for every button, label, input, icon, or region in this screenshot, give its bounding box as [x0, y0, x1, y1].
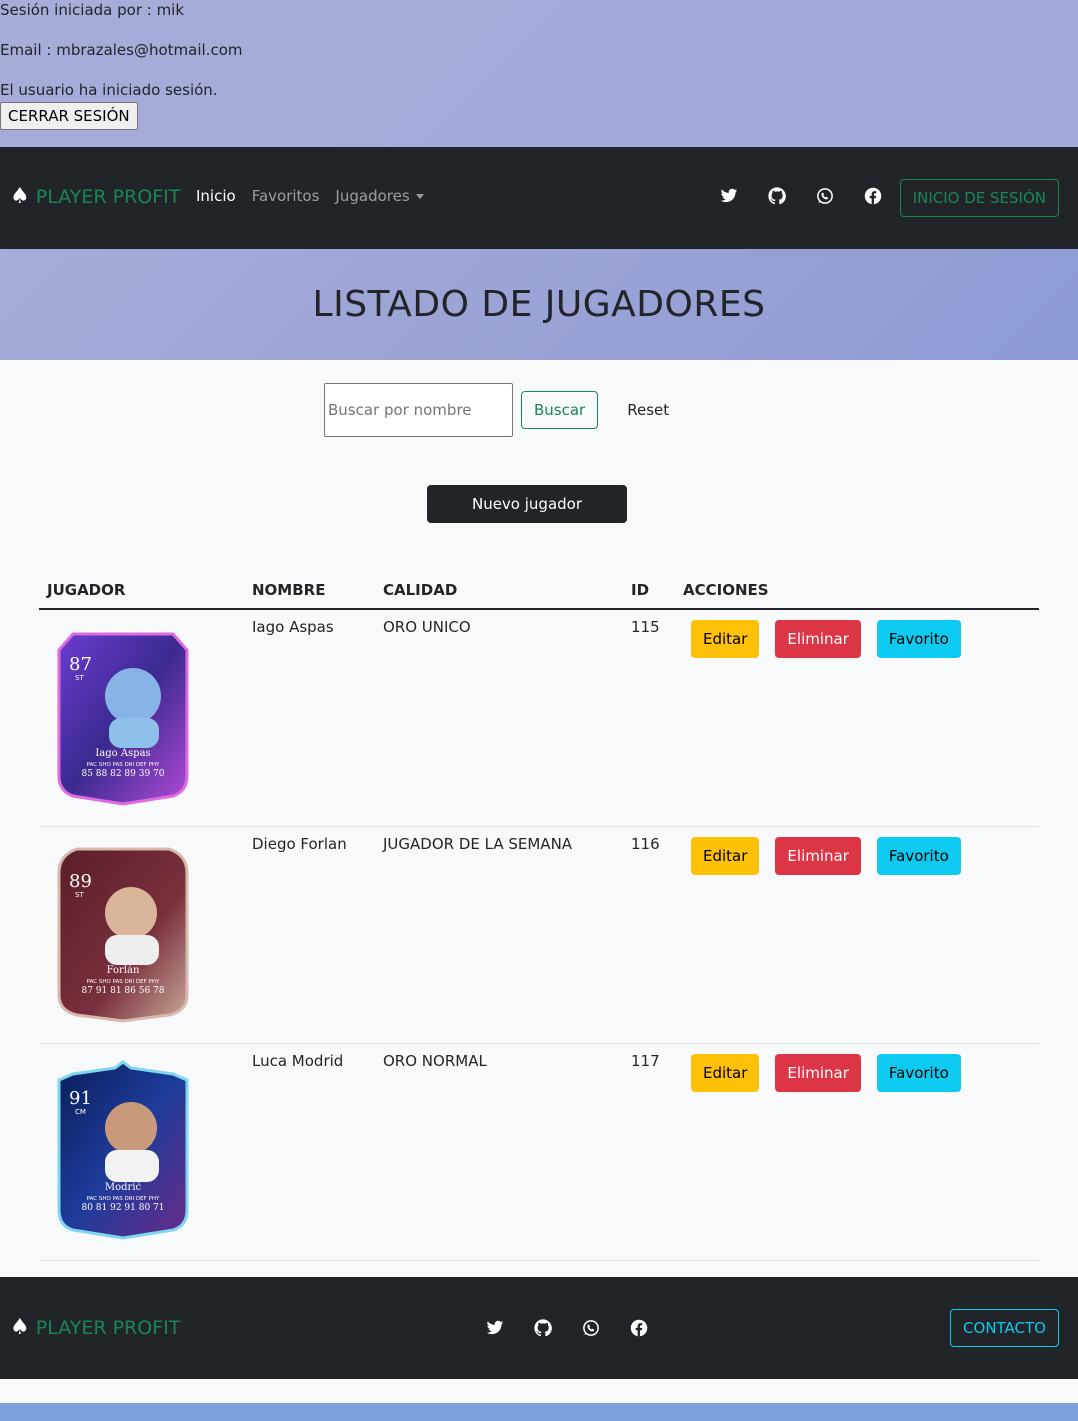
svg-text:89: 89 — [69, 871, 92, 892]
caret-down-icon — [415, 194, 424, 199]
logout-button[interactable]: CERRAR SESIÓN — [0, 102, 138, 130]
edit-button[interactable]: Editar — [691, 1053, 760, 1092]
table-header-row: JUGADOR NOMBRE CALIDAD ID ACCIONES — [39, 571, 1039, 610]
player-quality-cell: JUGADOR DE LA SEMANA — [375, 826, 623, 1044]
footer-social-links — [486, 1319, 648, 1337]
facebook-icon[interactable] — [864, 187, 882, 205]
player-name-cell: Luca Modrid — [244, 1043, 375, 1261]
player-id-cell: 116 — [623, 826, 675, 1044]
contact-button[interactable]: CONTACTO — [950, 1309, 1059, 1347]
github-icon[interactable] — [534, 1319, 552, 1337]
svg-text:80 81 92 91 80 71: 80 81 92 91 80 71 — [81, 1203, 164, 1213]
table-row: 87 ST Iago Aspas PAC SHO PAS DRI DEF PHY… — [39, 609, 1039, 827]
svg-text:Forlán: Forlán — [107, 965, 140, 976]
delete-button[interactable]: Eliminar — [775, 1053, 861, 1092]
favorite-button[interactable]: Favorito — [876, 1053, 961, 1092]
svg-text:ST: ST — [75, 891, 84, 899]
bottom-bar — [0, 1403, 1078, 1421]
player-card-cell: 89 ST Forlán PAC SHO PAS DRI DEF PHY 87 … — [39, 826, 244, 1044]
footer-brand[interactable]: ♠ PLAYER PROFIT — [10, 1315, 181, 1340]
twitter-icon[interactable] — [486, 1319, 504, 1337]
actions-cell: Editar Eliminar Favorito — [675, 826, 1039, 1044]
svg-text:91: 91 — [69, 1088, 92, 1109]
delete-button[interactable]: Eliminar — [775, 620, 861, 658]
player-id-cell: 115 — [623, 609, 675, 827]
search-form: Buscar Reset — [324, 383, 669, 437]
reset-link[interactable]: Reset — [627, 401, 669, 419]
edit-button[interactable]: Editar — [691, 620, 760, 658]
twitter-icon[interactable] — [720, 187, 738, 205]
svg-text:CM: CM — [75, 1108, 86, 1116]
actions-cell: Editar Eliminar Favorito — [675, 609, 1039, 827]
login-button[interactable]: INICIO DE SESIÓN — [899, 179, 1059, 217]
session-status-text: El usuario ha iniciado sesión. — [0, 81, 218, 99]
player-card-image[interactable]: 87 ST Iago Aspas PAC SHO PAS DRI DEF PHY… — [53, 626, 193, 806]
nav-dropdown-jugadores[interactable]: Jugadores — [335, 187, 424, 205]
players-table: JUGADOR NOMBRE CALIDAD ID ACCIONES 87 ST — [39, 571, 1039, 1261]
svg-text:PAC SHO PAS DRI DEF PHY: PAC SHO PAS DRI DEF PHY — [87, 979, 160, 985]
player-card-cell: 91 CM Modrić PAC SHO PAS DRI DEF PHY 80 … — [39, 1043, 244, 1261]
nav-links: Inicio Favoritos Jugadores — [196, 187, 424, 205]
actions-cell: Editar Eliminar Favorito — [675, 1043, 1039, 1261]
facebook-icon[interactable] — [630, 1319, 648, 1337]
page-header: LISTADO DE JUGADORES — [0, 249, 1078, 360]
nav-link-favoritos[interactable]: Favoritos — [252, 187, 320, 205]
svg-text:87 91 81 86 56 78: 87 91 81 86 56 78 — [81, 986, 164, 996]
search-button[interactable]: Buscar — [521, 391, 599, 429]
whatsapp-icon[interactable] — [816, 187, 834, 205]
session-panel: Sesión iniciada por : mik Email : mbraza… — [0, 0, 1078, 147]
footer: ♠ PLAYER PROFIT CONTACTO — [0, 1277, 1078, 1379]
table-row: 89 ST Forlán PAC SHO PAS DRI DEF PHY 87 … — [39, 826, 1039, 1044]
footer-brand-label: PLAYER PROFIT — [35, 1317, 181, 1339]
nav-link-inicio[interactable]: Inicio — [196, 187, 236, 205]
session-user-text: Sesión iniciada por : mik — [0, 1, 185, 19]
player-id-cell: 117 — [623, 1043, 675, 1261]
col-header-jugador: JUGADOR — [39, 571, 244, 610]
svg-text:Iago Aspas: Iago Aspas — [95, 748, 150, 759]
svg-text:Modrić: Modrić — [105, 1182, 142, 1193]
player-card-image[interactable]: 89 ST Forlán PAC SHO PAS DRI DEF PHY 87 … — [53, 843, 193, 1023]
top-navbar: ♠ PLAYER PROFIT Inicio Favoritos Jugador… — [0, 147, 1078, 249]
favorite-button[interactable]: Favorito — [876, 836, 961, 875]
navbar-brand[interactable]: ♠ PLAYER PROFIT — [10, 184, 181, 209]
player-card-image[interactable]: 91 CM Modrić PAC SHO PAS DRI DEF PHY 80 … — [53, 1059, 193, 1240]
player-quality-cell: ORO NORMAL — [375, 1043, 623, 1261]
table-row: 91 CM Modrić PAC SHO PAS DRI DEF PHY 80 … — [39, 1043, 1039, 1261]
player-name-cell: Diego Forlan — [244, 826, 375, 1044]
navbar-social-links — [720, 187, 882, 205]
col-header-nombre: NOMBRE — [244, 571, 375, 610]
brand-label: PLAYER PROFIT — [35, 186, 181, 208]
session-email-text: Email : mbrazales@hotmail.com — [0, 41, 243, 59]
svg-text:PAC SHO PAS DRI DEF PHY: PAC SHO PAS DRI DEF PHY — [87, 1196, 160, 1202]
spade-icon: ♠ — [10, 1315, 30, 1340]
svg-text:ST: ST — [75, 674, 84, 682]
page-title: LISTADO DE JUGADORES — [312, 284, 766, 325]
player-name-cell: Iago Aspas — [244, 609, 375, 827]
github-icon[interactable] — [768, 187, 786, 205]
whatsapp-icon[interactable] — [582, 1319, 600, 1337]
delete-button[interactable]: Eliminar — [775, 836, 861, 875]
svg-text:87: 87 — [69, 654, 92, 675]
favorite-button[interactable]: Favorito — [876, 620, 961, 658]
svg-text:85 88 82 89 39 70: 85 88 82 89 39 70 — [81, 769, 164, 779]
new-player-button[interactable]: Nuevo jugador — [427, 485, 627, 523]
player-card-cell: 87 ST Iago Aspas PAC SHO PAS DRI DEF PHY… — [39, 609, 244, 827]
search-input[interactable] — [324, 383, 513, 437]
col-header-id: ID — [623, 571, 675, 610]
nav-dropdown-label: Jugadores — [335, 187, 410, 205]
spade-icon: ♠ — [10, 184, 30, 209]
col-header-acciones: ACCIONES — [675, 571, 1039, 610]
col-header-calidad: CALIDAD — [375, 571, 623, 610]
svg-text:PAC SHO PAS DRI DEF PHY: PAC SHO PAS DRI DEF PHY — [87, 762, 160, 768]
edit-button[interactable]: Editar — [691, 836, 760, 875]
player-quality-cell: ORO UNICO — [375, 609, 623, 827]
